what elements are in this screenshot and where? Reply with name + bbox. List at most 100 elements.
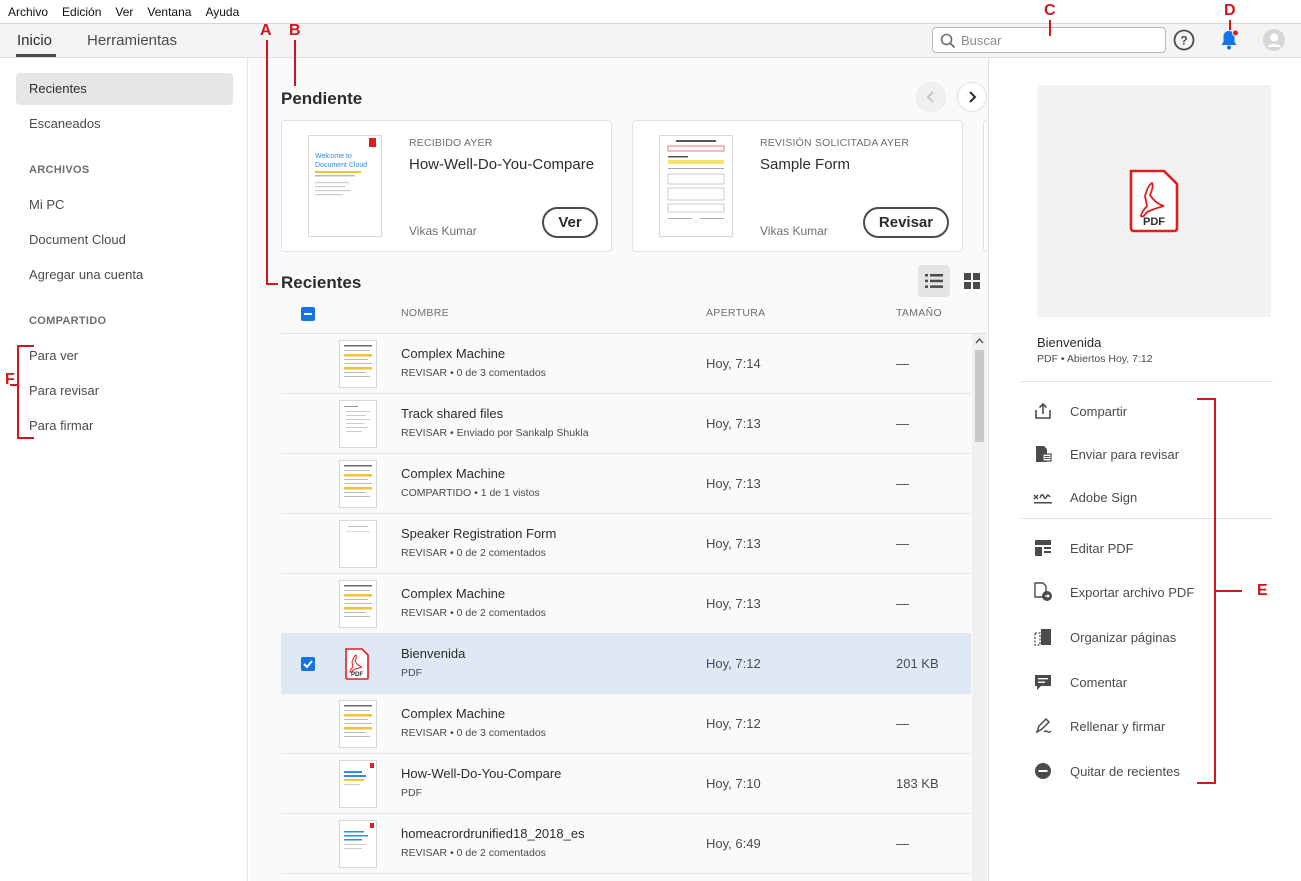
grid-view-icon [964,273,980,289]
export-pdf-label: Exportar archivo PDF [1070,584,1195,600]
card-meta: REVISIÓN SOLICITADA AYER [760,137,910,149]
sidebar-item-recent[interactable]: Recientes [16,73,233,105]
tab-tools[interactable]: Herramientas [87,32,177,49]
row-status: COMPARTIDO • 1 de 1 vistos [401,487,540,499]
table-row[interactable]: Speaker Registration Form REVISAR • 0 de… [281,514,971,574]
export-pdf-action[interactable]: Exportar archivo PDF [1033,582,1194,602]
sidebar-header-shared: COMPARTIDO [29,315,107,327]
annotation-line-b [294,40,296,86]
select-all-checkbox[interactable] [301,307,315,321]
row-status: REVISAR • 0 de 3 comentados [401,727,546,739]
remove-from-recent-action[interactable]: Quitar de recientes [1033,761,1180,781]
table-row[interactable]: How-Well-Do-You-Compare PDF Hoy, 7:10 18… [281,754,971,814]
carousel-prev-button[interactable] [916,82,946,112]
pending-card-partial[interactable] [983,120,987,252]
document-thumbnail [339,820,377,868]
menu-view[interactable]: Ver [115,5,133,19]
row-size: 201 KB [896,656,939,671]
card-sender: Vikas Kumar [409,224,477,238]
pending-title: Pendiente [281,89,363,108]
annotation-line-e [1216,590,1242,592]
row-checkbox[interactable] [301,657,315,671]
annotation-bracket-f [17,345,19,439]
row-name: Complex Machine [401,466,506,481]
scrollbar-thumb[interactable] [975,350,984,442]
table-header: NOMBRE APERTURA TAMAÑO [281,298,987,334]
send-review-icon [1033,444,1053,464]
document-preview: PDF [1037,85,1271,317]
menu-edit[interactable]: Edición [62,5,101,19]
table-row[interactable]: Complex Machine COMPARTIDO • 1 de 1 vist… [281,454,971,514]
document-thumbnail [339,760,377,808]
divider [1021,381,1273,382]
pending-card[interactable]: Welcome to Document Cloud RECIBIDO AYER … [281,120,612,252]
search-icon [940,33,956,49]
sidebar-item-to-review[interactable]: Para revisar [16,375,233,407]
send-review-label: Enviar para revisar [1070,446,1180,462]
column-opened[interactable]: APERTURA [706,307,765,319]
selected-doc-name: Bienvenida [1037,335,1102,350]
row-name: Complex Machine [401,586,506,601]
menu-help[interactable]: Ayuda [205,5,239,19]
row-status: REVISAR • 0 de 2 comentados [401,847,546,859]
annotation-line-d [1229,20,1231,30]
adobe-sign-action[interactable]: Adobe Sign [1033,487,1137,507]
row-name: How-Well-Do-You-Compare [401,766,562,781]
sidebar-item-scanned[interactable]: Escaneados [16,108,233,140]
card-meta: RECIBIDO AYER [409,137,493,149]
edit-pdf-action[interactable]: Editar PDF [1033,538,1134,558]
card-title: Sample Form [760,156,851,173]
list-view-button[interactable] [918,265,950,297]
row-opened: Hoy, 7:13 [706,416,761,431]
review-button[interactable]: Revisar [863,207,949,238]
list-view-icon [925,274,943,288]
row-name: Track shared files [401,406,504,421]
row-opened: Hoy, 7:13 [706,476,761,491]
menu-file[interactable]: Archivo [8,5,48,19]
annotation-label-f: F [5,371,15,388]
table-row[interactable]: Complex Machine REVISAR • 0 de 3 comenta… [281,334,971,394]
annotation-bracket-e [1197,782,1216,784]
row-opened: Hoy, 7:10 [706,776,761,791]
user-avatar-icon[interactable] [1262,28,1286,52]
table-row[interactable]: Complex Machine REVISAR • 0 de 3 comenta… [281,694,971,754]
remove-icon [1033,761,1053,781]
table-row[interactable]: Complex Machine REVISAR • 0 de 2 comenta… [281,574,971,634]
table-row[interactable]: Track shared files REVISAR • Enviado por… [281,394,971,454]
row-size: — [896,836,909,851]
divider [1021,518,1273,519]
table-row-selected[interactable]: PDF Bienvenida PDF Hoy, 7:12 201 KB [281,634,971,694]
organize-pages-action[interactable]: Organizar páginas [1033,627,1176,647]
share-action[interactable]: Compartir [1033,401,1127,421]
table-row[interactable]: homeacrordrunified18_2018_es REVISAR • 0… [281,814,971,874]
tab-home[interactable]: Inicio [17,32,52,49]
annotation-bracket-f [17,437,34,439]
sidebar-item-my-pc[interactable]: Mi PC [16,189,233,221]
sidebar-item-add-account[interactable]: Agregar una cuenta [16,259,233,291]
annotation-line-a [266,283,278,285]
row-size: — [896,416,909,431]
column-name[interactable]: NOMBRE [401,307,449,319]
bell-icon[interactable] [1217,28,1241,52]
row-status: REVISAR • 0 de 3 comentados [401,367,546,379]
annotation-label-c: C [1044,2,1056,19]
send-for-review-action[interactable]: Enviar para revisar [1033,444,1179,464]
menu-window[interactable]: Ventana [147,5,191,19]
sidebar-item-to-view[interactable]: Para ver [16,340,233,372]
sidebar-item-document-cloud[interactable]: Document Cloud [16,224,233,256]
view-button[interactable]: Ver [542,207,598,238]
sidebar-item-to-sign[interactable]: Para firmar [16,410,233,442]
card-title: How-Well-Do-You-Compare [409,156,595,173]
scroll-up-icon[interactable] [975,338,984,344]
help-icon[interactable]: ? [1172,28,1196,52]
pending-card[interactable]: REVISIÓN SOLICITADA AYER Sample Form Vik… [632,120,963,252]
row-status: REVISAR • 0 de 2 comentados [401,547,546,559]
row-status: REVISAR • Enviado por Sankalp Shukla [401,427,589,439]
comment-action[interactable]: Comentar [1033,672,1127,692]
grid-view-button[interactable] [956,265,987,297]
search-placeholder: Buscar [961,32,1002,48]
fill-and-sign-action[interactable]: Rellenar y firmar [1033,716,1165,736]
column-size[interactable]: TAMAÑO [896,307,942,319]
recent-list-scrollbar[interactable] [972,334,987,881]
carousel-next-button[interactable] [957,82,987,112]
